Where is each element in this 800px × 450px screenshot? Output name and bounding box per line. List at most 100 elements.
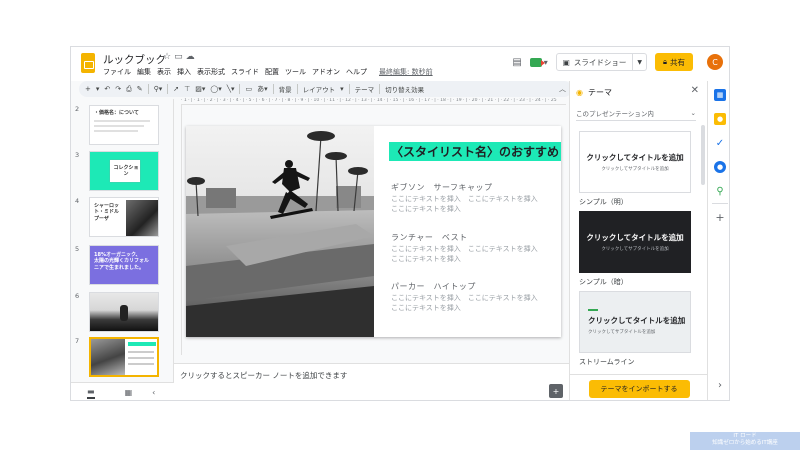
slideshow-dropdown-icon[interactable]: ▼ xyxy=(633,59,646,66)
text-box-icon[interactable]: ⊤ xyxy=(184,85,190,93)
menu-addons[interactable]: アドオン xyxy=(312,67,340,77)
cloud-status-icon[interactable]: ☁ xyxy=(186,52,198,62)
shape-icon[interactable]: ◯▾ xyxy=(210,85,221,93)
product-name: パーカー ハイトップ xyxy=(391,282,476,291)
account-avatar[interactable]: C xyxy=(707,54,723,70)
line-icon[interactable]: ╲▾ xyxy=(227,85,235,93)
slide-thumbnail[interactable]: 18%オーガニック、 太陽の光輝くカリフォル ニアで生まれました。 xyxy=(89,245,159,285)
filmstrip-slide[interactable]: 7 xyxy=(75,337,159,377)
menu-arrange[interactable]: 配置 xyxy=(265,67,279,77)
skateboarder-photo[interactable] xyxy=(186,126,374,337)
contacts-icon[interactable]: ● xyxy=(714,161,726,173)
document-title[interactable]: ルックブック xyxy=(103,52,166,67)
speaker-notes-placeholder[interactable]: クリックするとスピーカー ノートを追加できます xyxy=(180,370,347,381)
slideshow-button[interactable]: ▣ スライドショー ▼ xyxy=(555,53,647,71)
filmstrip-slide[interactable]: 6 xyxy=(75,292,159,332)
print-icon[interactable]: ⎙ xyxy=(126,85,132,94)
share-button[interactable]: 🔒︎ 共有 xyxy=(655,53,693,71)
calendar-icon[interactable]: ▦ xyxy=(714,89,726,101)
speaker-notes[interactable]: クリックするとスピーカー ノートを追加できます + xyxy=(174,363,569,400)
product-block[interactable]: ギブソン サーフキャップ ここにテキストを挿入 ここにテキストを挿入 ここにテキ… xyxy=(391,182,549,214)
transition-button[interactable]: 切り替え効果 xyxy=(385,84,424,94)
themes-panel-title: テーマ xyxy=(587,88,612,97)
last-edit-link[interactable]: 最終編集: 数秒前 xyxy=(379,67,433,77)
slide-heading[interactable]: 〈スタイリスト名〉のおすすめ xyxy=(389,142,561,161)
tasks-icon[interactable]: ✓ xyxy=(714,137,726,149)
menu-insert[interactable]: 挿入 xyxy=(177,67,191,77)
move-folder-icon[interactable]: ▭ xyxy=(174,52,186,62)
filmstrip-slide[interactable]: 4 シャーロット・ミドル プーザ xyxy=(75,197,159,237)
theme-card-streamline[interactable]: クリックしてタイトルを追加 クリックしてサブタイトルを追加 xyxy=(579,291,691,353)
slides-app-window: ルックブック ☆▭☁ ファイル 編集 表示 挿入 表示形式 スライド 配置 ツー… xyxy=(70,46,730,401)
layout-button[interactable]: レイアウト xyxy=(303,84,336,94)
layout-dropdown-icon[interactable]: ▾ xyxy=(340,85,344,93)
slides-logo-icon[interactable] xyxy=(81,53,95,73)
site-watermark: IT ロード 知識ゼロから始めるIT講座 xyxy=(690,432,800,450)
theme-source-select[interactable]: このプレゼンテーション内 ⌄ xyxy=(576,105,696,121)
theme-card-simple-light[interactable]: クリックしてタイトルを追加 クリックしてサブタイトルを追加 xyxy=(579,131,691,193)
menu-bar: ファイル 編集 表示 挿入 表示形式 スライド 配置 ツール アドオン ヘルプ … xyxy=(103,67,433,77)
expand-panel-icon[interactable]: › xyxy=(714,379,726,391)
thumbnail-text: ・価格名：について xyxy=(94,110,139,116)
lock-icon: 🔒︎ xyxy=(663,57,667,66)
add-addon-icon[interactable]: + xyxy=(714,211,726,224)
vertical-ruler[interactable] xyxy=(174,105,182,355)
menu-help[interactable]: ヘルプ xyxy=(346,67,367,77)
collapse-toolbar-icon[interactable]: ︿ xyxy=(559,84,566,94)
theme-card-simple-dark[interactable]: クリックしてタイトルを追加 クリックしてサブタイトルを追加 xyxy=(579,211,691,273)
filmstrip-slide[interactable]: 2 ・価格名：について xyxy=(75,105,159,145)
chevron-down-icon: ⌄ xyxy=(690,108,696,117)
menu-format[interactable]: 表示形式 xyxy=(197,67,225,77)
horizontal-ruler[interactable]: · 1 · | · 1 · | · 2 · | · 3 · | · 4 · | … xyxy=(181,98,566,105)
product-block[interactable]: ランチャー ベスト ここにテキストを挿入 ここにテキストを挿入 ここにテキストを… xyxy=(391,232,549,264)
background-button[interactable]: 背景 xyxy=(279,84,292,94)
slide-thumbnail[interactable] xyxy=(89,292,159,332)
import-theme-bar: テーマをインポートする xyxy=(570,374,708,400)
close-icon[interactable]: ✕ xyxy=(691,85,699,96)
expand-notes-icon[interactable]: + xyxy=(549,384,563,398)
maps-icon[interactable]: ⚲ xyxy=(714,185,726,197)
share-label: 共有 xyxy=(670,57,685,67)
slide-thumbnail[interactable]: シャーロット・ミドル プーザ xyxy=(89,197,159,237)
menu-edit[interactable]: 編集 xyxy=(137,67,151,77)
star-icon[interactable]: ☆ xyxy=(163,52,174,62)
slide-number: 7 xyxy=(75,337,80,345)
new-slide-dropdown-icon[interactable]: ▾ xyxy=(96,85,100,93)
image-icon[interactable]: ▨▾ xyxy=(195,85,205,93)
meet-button[interactable]: ▾ xyxy=(529,57,548,67)
slide-thumbnail[interactable]: コレクション xyxy=(89,151,159,191)
menu-view[interactable]: 表示 xyxy=(157,67,171,77)
filmstrip-slide[interactable]: 5 18%オーガニック、 太陽の光輝くカリフォル ニアで生まれました。 xyxy=(75,245,159,285)
theme-source-value: このプレゼンテーション内 xyxy=(576,109,654,118)
slide-thumbnail[interactable]: ・価格名：について xyxy=(89,105,159,145)
toolbar-divider xyxy=(147,84,149,94)
input-tools-icon[interactable]: あ▾ xyxy=(257,84,268,94)
paint-format-icon[interactable]: ✎ xyxy=(137,85,143,93)
import-theme-button[interactable]: テーマをインポートする xyxy=(588,379,690,398)
grid-view-icon[interactable]: ▦ xyxy=(125,388,133,397)
product-description: ここにテキストを挿入 ここにテキストを挿入 ここにテキストを挿入 xyxy=(391,245,538,264)
menu-slide[interactable]: スライド xyxy=(231,67,259,77)
filmstrip-footer: ▬ ▦ ‹ xyxy=(71,382,174,400)
new-slide-icon[interactable]: + xyxy=(85,85,91,93)
filmstrip-slide[interactable]: 3 コレクション xyxy=(75,151,159,191)
menu-file[interactable]: ファイル xyxy=(103,67,131,77)
toolbar-divider xyxy=(296,84,298,94)
title-actions: ☆▭☁ xyxy=(163,52,198,62)
slide-canvas[interactable]: 〈スタイリスト名〉のおすすめ ギブソン サーフキャップ ここにテキストを挿入 こ… xyxy=(186,126,561,337)
themes-scrollbar[interactable] xyxy=(701,125,705,185)
filmstrip-view-icon[interactable]: ▬ xyxy=(87,387,95,399)
theme-button[interactable]: テーマ xyxy=(355,84,375,94)
zoom-icon[interactable]: ⚲▾ xyxy=(154,85,163,93)
select-cursor-icon[interactable]: ➚ xyxy=(173,85,179,93)
slide-thumbnail-selected[interactable] xyxy=(89,337,159,377)
comment-history-icon[interactable]: ▤ xyxy=(512,57,521,68)
product-block[interactable]: パーカー ハイトップ ここにテキストを挿入 ここにテキストを挿入 ここにテキスト… xyxy=(391,281,549,313)
collapse-filmstrip-icon[interactable]: ‹ xyxy=(152,388,155,397)
keep-icon[interactable]: ● xyxy=(714,113,726,125)
menu-tools[interactable]: ツール xyxy=(285,67,306,77)
redo-icon[interactable]: ↷ xyxy=(115,85,121,93)
undo-icon[interactable]: ↶ xyxy=(104,85,110,93)
comment-add-icon[interactable]: ▭ xyxy=(245,85,252,93)
themes-panel: ◉ テーマ ✕ このプレゼンテーション内 ⌄ クリックしてタイトルを追加 クリッ… xyxy=(569,81,708,400)
